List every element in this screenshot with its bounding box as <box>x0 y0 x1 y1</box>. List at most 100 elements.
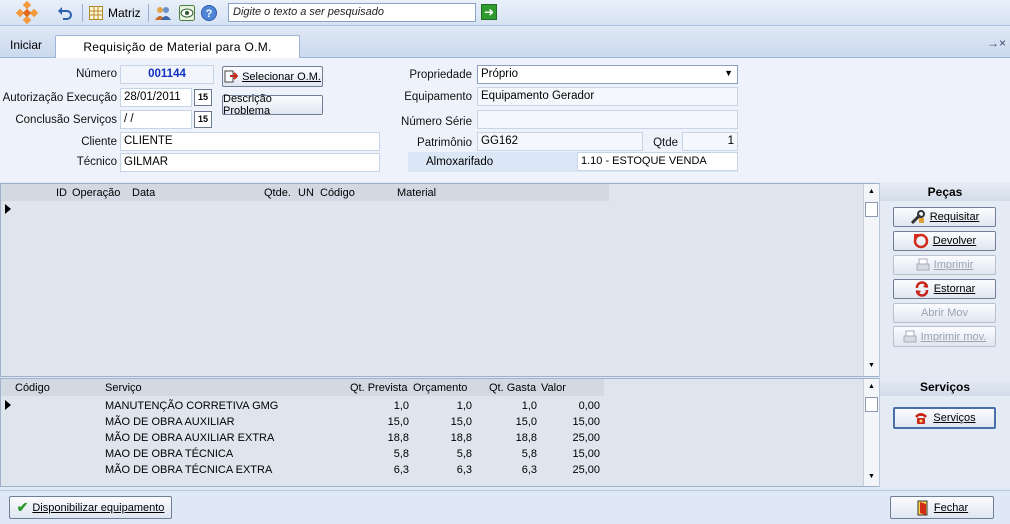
table-row[interactable]: MAO DE OBRA TÉCNICA 5,8 5,8 5,8 15,00 <box>1 446 604 462</box>
conclusao-label: Conclusão Serviços <box>15 114 117 126</box>
calendar-icon[interactable]: 15 <box>194 111 212 128</box>
col-qt-gasta[interactable]: Qt. Gasta <box>489 382 536 394</box>
col-data[interactable]: Data <box>132 187 155 199</box>
descricao-problema-button[interactable]: Descrição Problema <box>222 93 323 117</box>
servicos-button[interactable]: Serviços <box>893 407 996 429</box>
numero-serie-field[interactable] <box>477 110 738 129</box>
servicos-scrollbar[interactable]: ▲ ▼ <box>863 379 879 486</box>
svg-text:?: ? <box>206 8 213 20</box>
header-form: Número 001144 Autorização Execução 28/01… <box>0 58 1010 182</box>
cell-orcamento: 15,0 <box>450 416 472 428</box>
search-go-icon[interactable]: ➜ <box>481 4 497 20</box>
qtde-field[interactable]: 1 <box>682 132 738 151</box>
table-row[interactable]: MÃO DE OBRA TÉCNICA EXTRA 6,3 6,3 6,3 25… <box>1 462 604 478</box>
requisitar-button[interactable]: Requisitar <box>893 207 996 227</box>
servicos-grid[interactable]: Código Serviço Qt. Prevista Orçamento Qt… <box>0 378 879 487</box>
table-row[interactable]: MANUTENÇÃO CORRETIVA GMG 1,0 1,0 1,0 0,0… <box>1 398 604 414</box>
cell-orcamento: 18,8 <box>450 432 472 444</box>
grid-icon <box>88 5 104 21</box>
pecas-scrollbar[interactable]: ▲ ▼ <box>863 184 879 376</box>
scroll-thumb[interactable] <box>865 397 878 412</box>
tab-requisicao[interactable]: Requisição de Material para O.M. <box>55 35 300 59</box>
table-row[interactable]: MÃO DE OBRA AUXILIAR EXTRA 18,8 18,8 18,… <box>1 430 604 446</box>
bottom-bar: ✔ Disponibilizar equipamento Fechar <box>0 490 1010 524</box>
imprimir-mov-label: Imprimir mov. <box>920 330 987 343</box>
pin-close-icon[interactable]: →× <box>987 36 1006 50</box>
propriedade-select[interactable]: Próprio ▼ <box>477 65 738 84</box>
toolbar-separator <box>148 4 149 22</box>
calendar-icon[interactable]: 15 <box>194 89 212 106</box>
equipamento-field[interactable]: Equipamento Gerador <box>477 87 738 106</box>
cell-prevista: 18,8 <box>387 432 409 444</box>
cell-gasta: 5,8 <box>521 448 537 460</box>
col-un[interactable]: UN <box>298 187 314 199</box>
imprimir-button[interactable]: Imprimir <box>893 255 996 275</box>
cell-orcamento: 6,3 <box>456 464 472 476</box>
cell-prevista: 5,8 <box>393 448 409 460</box>
disponibilizar-button[interactable]: ✔ Disponibilizar equipamento <box>9 496 172 519</box>
col-codigo[interactable]: Código <box>15 382 50 394</box>
cell-valor: 25,00 <box>572 432 600 444</box>
undo-icon[interactable] <box>56 4 74 22</box>
pecas-panel: Peças Requisitar Devolver Imprimir Estor… <box>879 183 1010 377</box>
tab-iniciar[interactable]: Iniciar <box>10 38 42 52</box>
imprimir-label: Imprimir <box>933 259 974 271</box>
selecionar-om-label: Selecionar O.M. <box>242 70 321 83</box>
devolver-label: Devolver <box>932 235 977 247</box>
users-icon[interactable] <box>154 4 172 22</box>
almoxarifado-label: Almoxarifado <box>426 156 494 168</box>
pecas-grid-header: ID Operação Data Qtde. UN Código Materia… <box>1 184 609 201</box>
servicos-grid-header: Código Serviço Qt. Prevista Orçamento Qt… <box>1 379 604 396</box>
cell-valor: 25,00 <box>572 464 600 476</box>
col-orcamento[interactable]: Orçamento <box>413 382 467 394</box>
conclusao-date-field[interactable]: / / <box>120 110 192 129</box>
cell-servico: MANUTENÇÃO CORRETIVA GMG <box>105 400 279 412</box>
printer-icon <box>916 258 930 272</box>
col-material[interactable]: Material <box>397 187 436 199</box>
servicos-title: Serviços <box>880 378 1010 396</box>
scroll-down-icon[interactable]: ▼ <box>868 473 875 480</box>
pecas-grid[interactable]: ID Operação Data Qtde. UN Código Materia… <box>0 183 879 377</box>
servicos-label: Serviços <box>933 412 976 424</box>
tecnico-label: Técnico <box>76 156 117 168</box>
search-input[interactable]: Digite o texto a ser pesquisado <box>228 3 476 22</box>
numero-label: Número <box>76 68 117 80</box>
cliente-field[interactable]: CLIENTE <box>120 132 380 151</box>
autorizacao-date-field[interactable]: 28/01/2011 <box>120 88 192 107</box>
propriedade-label: Propriedade <box>409 69 472 81</box>
almoxarifado-field[interactable]: 1.10 - ESTOQUE VENDA <box>577 152 738 171</box>
col-id[interactable]: ID <box>56 187 67 199</box>
col-operacao[interactable]: Operação <box>72 187 120 199</box>
scroll-up-icon[interactable]: ▲ <box>868 188 875 195</box>
estornar-label: Estornar <box>933 283 976 295</box>
fechar-button[interactable]: Fechar <box>890 496 994 519</box>
cell-servico: MAO DE OBRA TÉCNICA <box>105 448 234 460</box>
col-servico[interactable]: Serviço <box>105 382 142 394</box>
scroll-thumb[interactable] <box>865 202 878 217</box>
abrir-mov-button[interactable]: Abrir Mov <box>893 303 996 323</box>
estornar-button[interactable]: Estornar <box>893 279 996 299</box>
printer-icon <box>903 330 917 344</box>
col-qtde[interactable]: Qtde. <box>264 187 291 199</box>
devolver-button[interactable]: Devolver <box>893 231 996 251</box>
numero-field: 001144 <box>120 65 214 84</box>
app-logo-icon[interactable] <box>14 1 40 25</box>
imprimir-mov-button[interactable]: Imprimir mov. <box>893 326 996 347</box>
view-icon[interactable] <box>178 4 196 22</box>
col-codigo[interactable]: Código <box>320 187 355 199</box>
scroll-down-icon[interactable]: ▼ <box>868 362 875 369</box>
table-row[interactable]: MÃO DE OBRA AUXILIAR 15,0 15,0 15,0 15,0… <box>1 414 604 430</box>
matriz-button[interactable]: Matriz <box>108 6 141 20</box>
pecas-title: Peças <box>880 183 1010 201</box>
cell-prevista: 15,0 <box>387 416 409 428</box>
cell-gasta: 18,8 <box>515 432 537 444</box>
selecionar-om-button[interactable]: Selecionar O.M. <box>222 66 323 87</box>
col-valor[interactable]: Valor <box>541 382 566 394</box>
cell-servico: MÃO DE OBRA AUXILIAR EXTRA <box>105 432 275 444</box>
scroll-up-icon[interactable]: ▲ <box>868 383 875 390</box>
col-qt-prevista[interactable]: Qt. Prevista <box>350 382 407 394</box>
help-icon[interactable]: ? <box>200 4 218 22</box>
patrimonio-field[interactable]: GG162 <box>477 132 643 151</box>
tecnico-field[interactable]: GILMAR <box>120 153 380 172</box>
servicos-panel: Serviços Serviços <box>879 378 1010 487</box>
